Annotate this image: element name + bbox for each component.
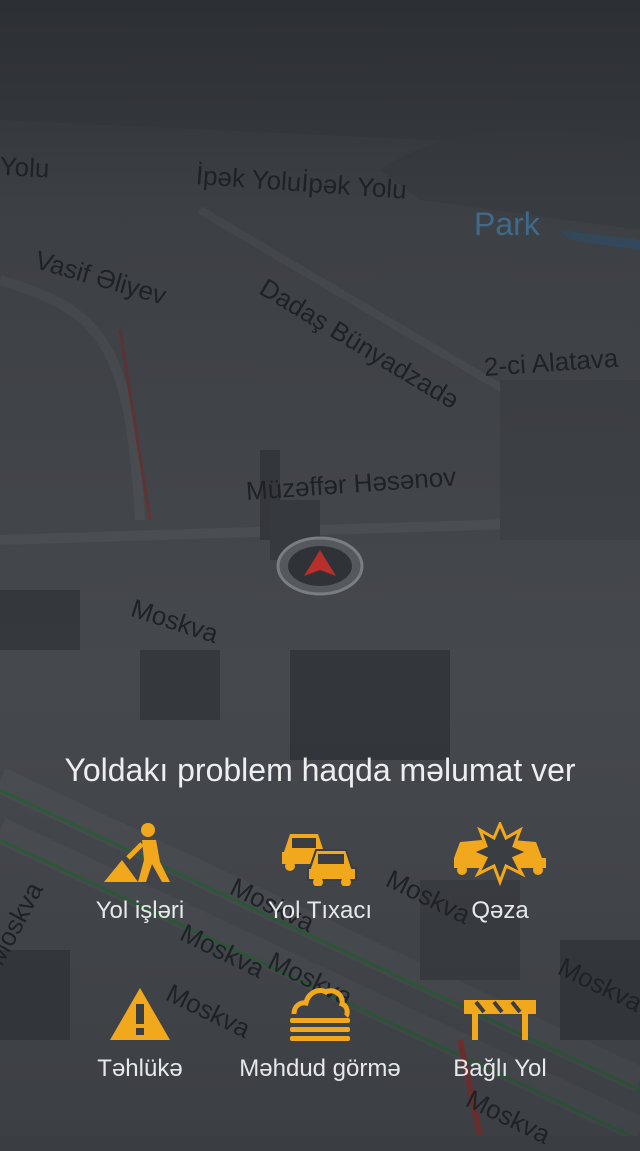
report-road-closed-button[interactable]: Bağlı Yol — [410, 984, 590, 1086]
fog-icon — [290, 988, 350, 1041]
option-label: Yol Tıxacı — [267, 897, 373, 924]
option-label: Qəza — [471, 897, 529, 924]
traffic-jam-icon — [282, 834, 357, 886]
park-label: Park — [474, 206, 540, 242]
report-traffic-jam-button[interactable]: Yol Tıxacı — [230, 822, 410, 928]
current-location-marker — [276, 536, 364, 596]
option-label: Yol işləri — [95, 897, 185, 924]
report-limited-visibility-button[interactable]: Məhdud görmə — [230, 984, 410, 1086]
road-closed-icon — [464, 1000, 536, 1040]
option-label: Məhdud görmə — [239, 1055, 401, 1082]
hazard-icon — [110, 988, 170, 1040]
option-label: Təhlükə — [97, 1055, 183, 1082]
accident-icon — [454, 822, 546, 886]
panel-title: Yoldakı problem haqda məlumat ver — [64, 752, 576, 788]
street-label: İpək Yolu — [0, 148, 51, 184]
road-works-icon — [104, 823, 170, 882]
report-road-works-button[interactable]: Yol işləri — [50, 822, 230, 928]
option-label: Bağlı Yol — [453, 1055, 547, 1082]
report-accident-button[interactable]: Qəza — [410, 822, 590, 928]
report-problem-panel: Yoldakı problem haqda məlumat ver Yol iş… — [0, 740, 640, 1136]
report-hazard-button[interactable]: Təhlükə — [50, 984, 230, 1086]
